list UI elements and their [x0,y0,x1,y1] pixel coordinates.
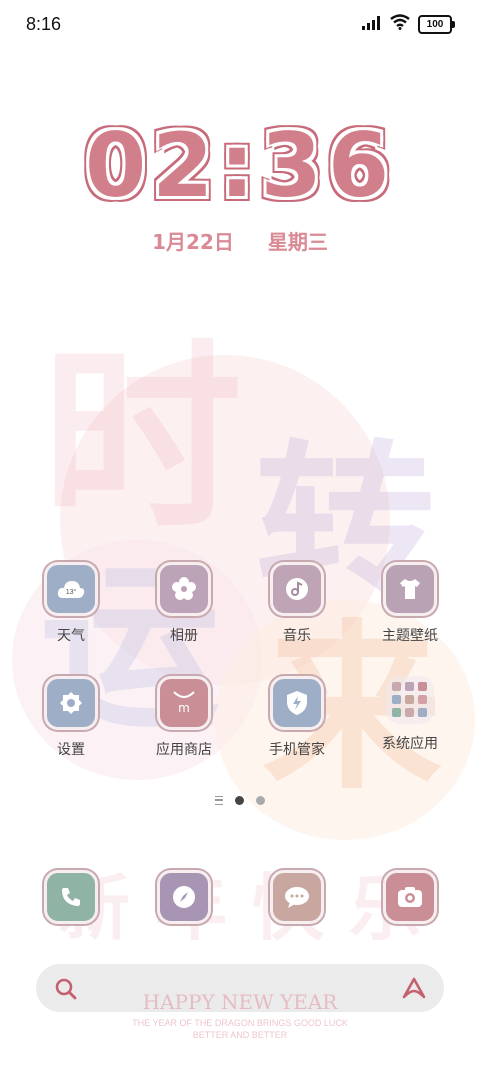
dock-camera[interactable] [360,870,460,924]
gear-icon [44,676,98,730]
app-label-gallery: 相册 [170,628,198,644]
shirt-icon [383,562,437,616]
app-label-phone-manager: 手机管家 [269,742,325,758]
status-time: 8:16 [26,14,62,34]
music-icon [270,562,324,616]
message-icon [270,870,324,924]
dock-browser[interactable] [134,870,234,924]
app-label-music: 音乐 [283,628,311,644]
status-bar: 8:16 100 [0,0,480,50]
svg-text:m: m [178,701,190,715]
signal-icon [362,15,382,34]
page-indicator[interactable] [0,796,480,805]
app-system-folder[interactable]: 系统应用 [360,676,460,753]
app-label-settings: 设置 [57,742,85,758]
status-icons: 100 [362,14,455,34]
app-phone-manager[interactable]: 手机管家 [247,676,347,759]
app-label-store: 应用商店 [156,742,212,758]
dock-messages[interactable] [247,870,347,924]
clock-weekday: 星期三 [267,230,328,254]
clock-date-row: 1月22日 星期三 [0,226,480,255]
app-weather[interactable]: 13° 天气 [21,562,121,645]
app-music[interactable]: 音乐 [247,562,347,645]
wallpaper-line-2: BETTER AND BETTER [192,1030,288,1040]
shield-bolt-icon [270,676,324,730]
app-themes[interactable]: 主题壁纸 [360,562,460,645]
page-dot-active[interactable] [235,796,244,805]
wallpaper-line-1: THE YEAR OF THE DRAGON BRINGS GOOD LUCK [132,1018,348,1028]
clock-date: 1月22日 [152,230,234,254]
page-dot[interactable] [256,796,265,805]
app-label-themes: 主题壁纸 [382,628,438,644]
wifi-icon [390,14,410,34]
clock-time[interactable]: 02:36 [0,122,480,210]
weather-icon: 13° [44,562,98,616]
app-label-system-folder: 系统应用 [382,736,438,752]
app-store[interactable]: m 应用商店 [134,676,234,759]
phone-icon [44,870,98,924]
battery-indicator: 100 [418,14,455,34]
page-indicator-menu-icon[interactable] [215,796,223,805]
compass-icon [157,870,211,924]
camera-icon [383,870,437,924]
dock-phone[interactable] [21,870,121,924]
app-gallery[interactable]: 相册 [134,562,234,645]
store-bag-icon: m [157,676,211,730]
wallpaper-greeting: HAPPY NEW YEAR [142,990,338,1014]
app-label-weather: 天气 [57,628,85,644]
flower-icon [157,562,211,616]
wallpaper-character-1: 时 [42,323,243,556]
app-settings[interactable]: 设置 [21,676,121,759]
app-folder-icon [386,676,434,724]
svg-text:13°: 13° [66,588,77,596]
